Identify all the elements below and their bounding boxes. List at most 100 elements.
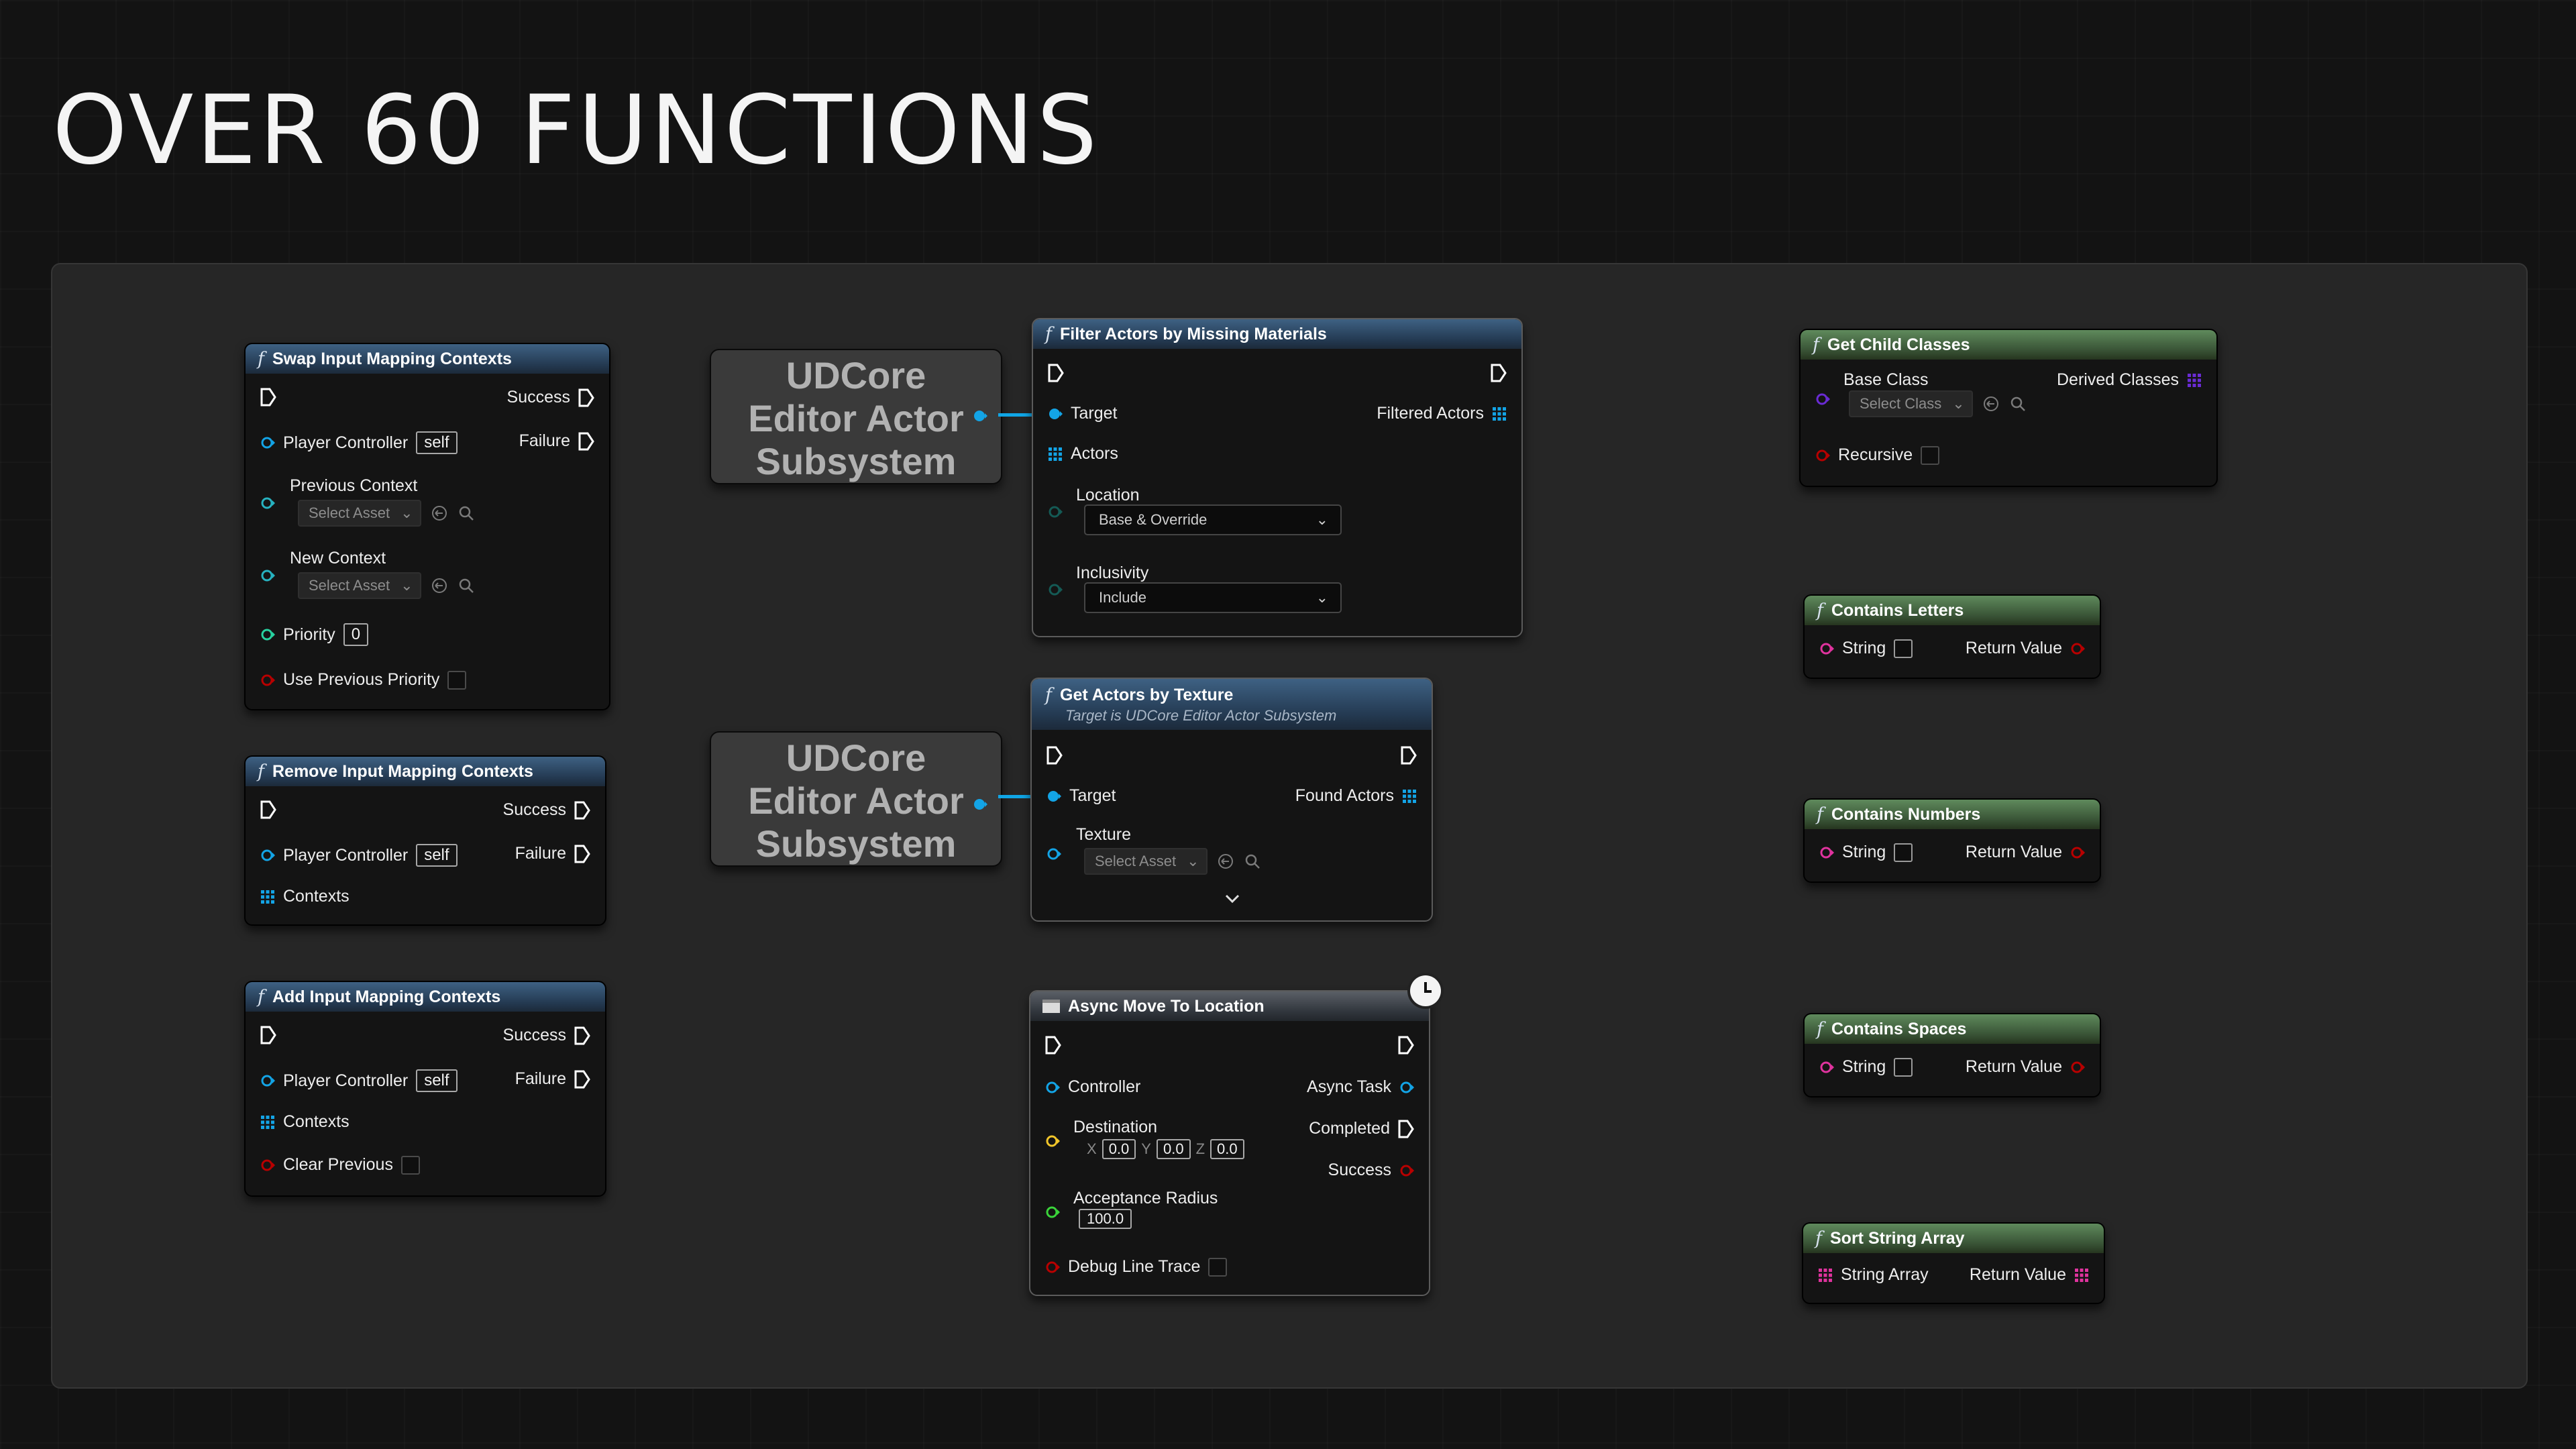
bool-pin[interactable] xyxy=(260,1158,275,1173)
object-pin[interactable] xyxy=(260,1073,275,1088)
use-selected-icon[interactable] xyxy=(431,577,448,594)
exec-in-pin[interactable] xyxy=(260,800,276,819)
get-child-classes-node[interactable]: f Get Child Classes Base Class Select Cl… xyxy=(1799,329,2218,487)
exec-out-pin[interactable] xyxy=(1401,746,1417,765)
subsystem-node[interactable]: UDCore Editor Actor Subsystem xyxy=(710,731,1002,867)
vector-pin[interactable] xyxy=(1045,1134,1060,1148)
contains-numbers-node[interactable]: f Contains Numbers String Return Value xyxy=(1803,798,2101,883)
exec-failure-pin[interactable] xyxy=(578,432,594,451)
remove-input-mapping-contexts-node[interactable]: f Remove Input Mapping Contexts Success … xyxy=(244,755,606,926)
node-header[interactable]: f Contains Spaces xyxy=(1805,1014,2100,1044)
browse-search-icon[interactable] xyxy=(458,577,475,594)
object-pin[interactable] xyxy=(1399,1080,1414,1095)
exec-success-pin[interactable] xyxy=(574,1026,590,1045)
object-pin[interactable] xyxy=(1046,847,1061,861)
bool-pin[interactable] xyxy=(260,673,275,688)
string-input[interactable] xyxy=(1894,639,1913,658)
object-pin[interactable] xyxy=(260,848,275,863)
exec-in-pin[interactable] xyxy=(260,1026,276,1044)
exec-in-pin[interactable] xyxy=(1048,364,1064,382)
async-move-to-location-node[interactable]: Async Move To Location Controller Async … xyxy=(1029,990,1430,1296)
subsystem-node[interactable]: UDCore Editor Actor Subsystem xyxy=(710,349,1002,484)
float-pin[interactable] xyxy=(1045,1205,1060,1220)
use-selected-icon[interactable] xyxy=(1217,853,1234,870)
array-pin[interactable] xyxy=(260,890,275,904)
bool-pin[interactable] xyxy=(1045,1260,1060,1275)
exec-success-pin[interactable] xyxy=(578,388,594,407)
bool-pin[interactable] xyxy=(1399,1163,1414,1178)
inclusivity-dropdown[interactable]: Include ⌄ xyxy=(1084,582,1342,613)
enum-pin[interactable] xyxy=(1048,582,1063,597)
array-pin[interactable] xyxy=(1402,789,1417,804)
exec-failure-pin[interactable] xyxy=(574,845,590,863)
node-header[interactable]: f Swap Input Mapping Contexts xyxy=(246,344,609,374)
contains-letters-node[interactable]: f Contains Letters String Return Value xyxy=(1803,594,2101,679)
string-pin[interactable] xyxy=(1819,1060,1834,1075)
string-pin[interactable] xyxy=(1819,641,1834,656)
exec-success-pin[interactable] xyxy=(574,801,590,820)
debug-line-trace-checkbox[interactable] xyxy=(1208,1258,1227,1277)
object-pin[interactable] xyxy=(1045,1080,1060,1095)
node-header[interactable]: f Remove Input Mapping Contexts xyxy=(246,757,605,786)
exec-failure-pin[interactable] xyxy=(574,1070,590,1089)
contains-spaces-node[interactable]: f Contains Spaces String Return Value xyxy=(1803,1013,2101,1097)
browse-search-icon[interactable] xyxy=(1244,853,1261,870)
object-output-pin[interactable] xyxy=(973,409,987,423)
string-input[interactable] xyxy=(1894,1058,1913,1077)
soft-object-pin[interactable] xyxy=(260,496,275,511)
acceptance-radius-input[interactable]: 100.0 xyxy=(1079,1209,1132,1229)
new-context-select[interactable]: Select Asset⌄ xyxy=(298,572,421,599)
bool-pin[interactable] xyxy=(2070,641,2085,656)
node-header[interactable]: f Filter Actors by Missing Materials xyxy=(1033,319,1521,349)
browse-search-icon[interactable] xyxy=(2009,395,2027,413)
bool-pin[interactable] xyxy=(1815,448,1830,463)
class-pin[interactable] xyxy=(1815,392,1830,407)
soft-object-pin[interactable] xyxy=(260,568,275,583)
destination-x-input[interactable]: 0.0 xyxy=(1102,1139,1136,1159)
object-pin[interactable] xyxy=(260,435,275,450)
array-pin[interactable] xyxy=(1492,407,1507,421)
string-input[interactable] xyxy=(1894,843,1913,862)
exec-in-pin[interactable] xyxy=(260,388,276,407)
string-pin[interactable] xyxy=(1819,845,1834,860)
destination-z-input[interactable]: 0.0 xyxy=(1210,1139,1244,1159)
get-actors-by-texture-node[interactable]: f Get Actors by Texture Target is UDCore… xyxy=(1030,678,1433,922)
use-previous-priority-checkbox[interactable] xyxy=(447,671,466,690)
node-header[interactable]: f Contains Numbers xyxy=(1805,800,2100,829)
base-class-select[interactable]: Select Class⌄ xyxy=(1849,390,1973,417)
node-header[interactable]: f Contains Letters xyxy=(1805,596,2100,625)
exec-in-pin[interactable] xyxy=(1045,1036,1061,1055)
bool-pin[interactable] xyxy=(2070,1060,2085,1075)
swap-input-mapping-contexts-node[interactable]: f Swap Input Mapping Contexts Success Pl… xyxy=(244,343,610,710)
priority-input[interactable]: 0 xyxy=(343,623,368,646)
array-pin[interactable] xyxy=(1048,447,1063,462)
target-pin-connected[interactable] xyxy=(1046,789,1061,804)
exec-out-pin[interactable] xyxy=(1491,364,1507,382)
node-header[interactable]: f Add Input Mapping Contexts xyxy=(246,982,605,1012)
self-value[interactable]: self xyxy=(416,431,457,454)
previous-context-select[interactable]: Select Asset⌄ xyxy=(298,500,421,527)
class-array-pin[interactable] xyxy=(2187,373,2202,388)
sort-string-array-node[interactable]: f Sort String Array String Array Return … xyxy=(1802,1222,2105,1304)
node-header[interactable]: f Get Child Classes xyxy=(1801,330,2216,360)
string-array-pin[interactable] xyxy=(1818,1268,1833,1283)
string-array-pin[interactable] xyxy=(2074,1268,2089,1283)
self-value[interactable]: self xyxy=(416,844,457,867)
exec-out-pin[interactable] xyxy=(1398,1036,1414,1055)
node-header[interactable]: Async Move To Location xyxy=(1030,991,1429,1021)
int-pin[interactable] xyxy=(260,627,275,642)
exec-in-pin[interactable] xyxy=(1046,746,1063,765)
location-dropdown[interactable]: Base & Override ⌄ xyxy=(1084,504,1342,535)
target-pin-connected[interactable] xyxy=(1048,407,1063,421)
filter-actors-by-missing-materials-node[interactable]: f Filter Actors by Missing Materials Tar… xyxy=(1032,318,1523,637)
node-header[interactable]: f Sort String Array xyxy=(1803,1224,2104,1253)
bool-pin[interactable] xyxy=(2070,845,2085,860)
clear-previous-checkbox[interactable] xyxy=(401,1156,420,1175)
object-output-pin[interactable] xyxy=(973,797,987,812)
exec-completed-pin[interactable] xyxy=(1398,1120,1414,1138)
enum-pin[interactable] xyxy=(1048,504,1063,519)
self-value[interactable]: self xyxy=(416,1069,457,1092)
expand-chevron-icon[interactable] xyxy=(1224,892,1241,906)
use-selected-icon[interactable] xyxy=(431,504,448,522)
destination-y-input[interactable]: 0.0 xyxy=(1157,1139,1191,1159)
